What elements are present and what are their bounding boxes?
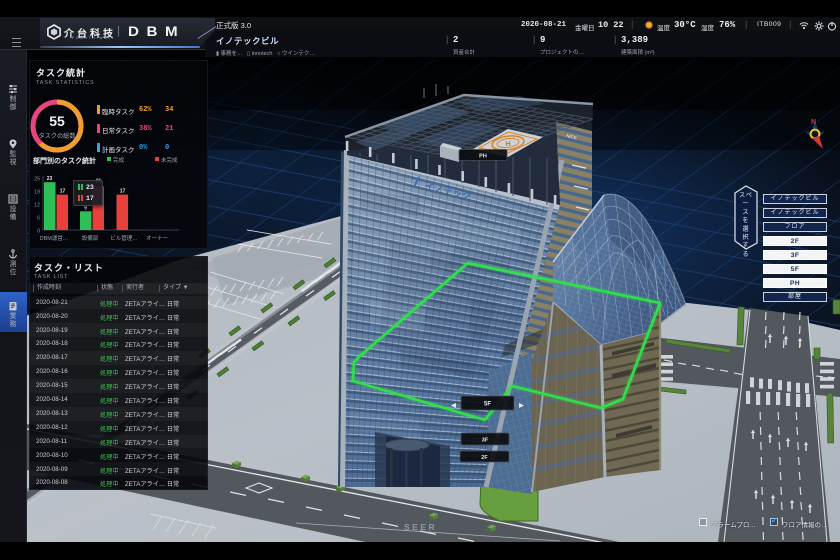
svg-text:3F: 3F xyxy=(482,437,489,443)
svg-text:5F: 5F xyxy=(484,401,491,407)
svg-text:9: 9 xyxy=(84,205,87,211)
svg-text:2F: 2F xyxy=(481,455,488,461)
svg-text:17: 17 xyxy=(60,189,66,195)
svg-text:SEER: SEER xyxy=(404,522,437,532)
svg-text:設備部: 設備部 xyxy=(82,234,99,242)
svg-text:ビル管理…: ビル管理… xyxy=(110,234,138,242)
svg-text:N: N xyxy=(811,119,816,126)
svg-text:オーナー: オーナー xyxy=(146,235,168,242)
svg-text:H: H xyxy=(505,141,511,149)
svg-text:25: 25 xyxy=(34,177,40,183)
svg-text:DBM運営…: DBM運営… xyxy=(40,234,69,242)
svg-text:PH: PH xyxy=(479,153,487,159)
svg-text:17: 17 xyxy=(120,189,126,195)
svg-text:6: 6 xyxy=(37,216,40,222)
svg-text:0: 0 xyxy=(37,229,40,235)
svg-text:19: 19 xyxy=(34,190,40,196)
svg-text:12: 12 xyxy=(34,203,40,209)
svg-text:23: 23 xyxy=(47,176,53,182)
